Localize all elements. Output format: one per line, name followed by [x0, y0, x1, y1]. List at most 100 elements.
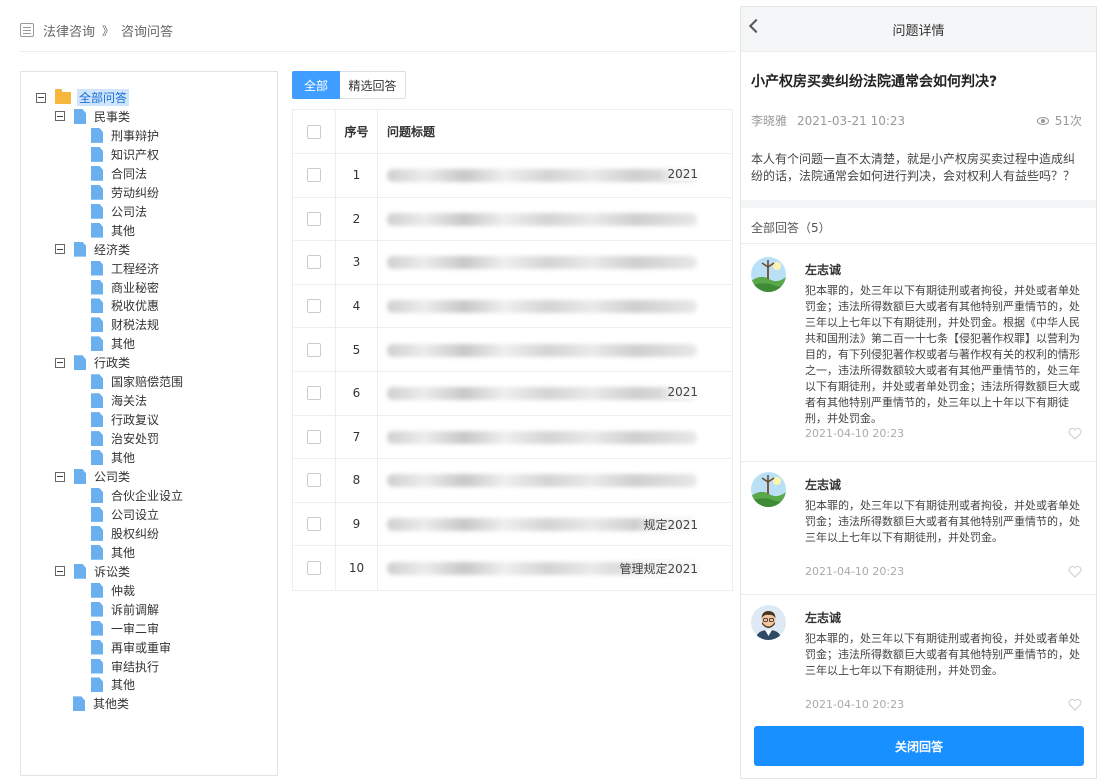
row-title[interactable]: 2021 [378, 372, 732, 415]
row-checkbox[interactable] [307, 429, 321, 444]
tree-item[interactable]: 其他 [91, 221, 135, 240]
row-title[interactable] [378, 416, 732, 459]
like-icon[interactable] [1068, 428, 1082, 440]
tree-item-label: 仲裁 [111, 583, 136, 598]
collapse-toggle-icon[interactable] [55, 566, 65, 577]
row-checkbox[interactable] [307, 255, 321, 270]
tree-item[interactable]: 财税法规 [91, 315, 159, 334]
eye-icon [1036, 116, 1049, 125]
tree-item[interactable]: 审结执行 [91, 657, 159, 676]
back-arrow-icon[interactable] [748, 18, 764, 34]
file-icon [91, 601, 103, 617]
tree-group[interactable]: 行政类 [55, 353, 130, 372]
row-title[interactable] [378, 328, 732, 371]
answer-date: 2021-04-10 20:23 [805, 427, 905, 440]
tree-group[interactable]: 民事类 [55, 107, 130, 126]
table-row[interactable]: 9 规定2021 [293, 502, 732, 547]
row-index: 2 [336, 197, 378, 241]
table-row[interactable]: 5 [293, 328, 732, 372]
select-all-checkbox[interactable] [307, 124, 321, 139]
tree-item[interactable]: 劳动纠纷 [91, 183, 159, 202]
tree-item[interactable]: 合同法 [91, 164, 147, 183]
like-icon[interactable] [1068, 699, 1082, 711]
tree-item[interactable]: 海关法 [91, 391, 147, 410]
row-checkbox[interactable] [307, 168, 321, 183]
tree-item[interactable]: 诉前调解 [91, 600, 159, 619]
table-row[interactable]: 3 [293, 241, 732, 285]
tree-item[interactable]: 刑事辩护 [91, 126, 159, 145]
tree-group[interactable]: 经济类 [55, 240, 130, 259]
tree-group-label: 诉讼类 [94, 564, 131, 579]
tree-item-label: 合伙企业设立 [111, 488, 184, 503]
row-checkbox[interactable] [307, 517, 321, 532]
file-icon [91, 639, 103, 655]
tree-item[interactable]: 其他 [91, 448, 135, 467]
tab-featured[interactable]: 精选回答 [340, 71, 406, 99]
collapse-toggle-icon[interactable] [55, 111, 65, 122]
tree-item[interactable]: 公司设立 [91, 505, 159, 524]
row-checkbox[interactable] [307, 299, 321, 314]
tree-item-other[interactable]: 其他类 [73, 694, 129, 713]
tree-group[interactable]: 公司类 [55, 467, 130, 486]
table-row[interactable]: 1 2021 [293, 154, 732, 198]
tree-item[interactable]: 其他 [91, 675, 135, 694]
table-row[interactable]: 10 管理规定2021 [293, 546, 732, 590]
tree-item[interactable]: 公司法 [91, 202, 147, 221]
answer-text: 犯本罪的，处三年以下有期徒刑或者拘役，并处或者单处罚金；违法所得数额巨大或者有其… [805, 499, 1080, 544]
tree-item[interactable]: 其他 [91, 334, 135, 353]
table-row[interactable]: 6 2021 [293, 371, 732, 416]
collapse-toggle-icon[interactable] [55, 471, 65, 482]
collapse-toggle-icon[interactable] [55, 357, 65, 368]
row-checkbox[interactable] [307, 561, 321, 576]
tree-item[interactable]: 再审或重审 [91, 638, 171, 657]
row-index: 1 [336, 154, 378, 197]
row-checkbox[interactable] [307, 386, 321, 401]
breadcrumb-root[interactable]: 法律咨询 [43, 21, 95, 40]
blurred-title: 2021 [387, 167, 698, 183]
tree-item[interactable]: 税收优惠 [91, 296, 159, 315]
table-row[interactable]: 7 [293, 415, 732, 460]
answer-text: 犯本罪的，处三年以下有期徒刑或者拘役，并处或者单处罚金；违法所得数额巨大或者有其… [805, 284, 1080, 425]
tree-item-label: 劳动纠纷 [111, 185, 160, 200]
close-answer-button[interactable]: 关闭回答 [754, 726, 1084, 766]
row-title[interactable]: 规定2021 [378, 503, 732, 546]
row-title[interactable]: 管理规定2021 [378, 546, 732, 590]
file-icon [74, 355, 86, 371]
tree-item-label: 工程经济 [111, 261, 160, 276]
row-title[interactable] [378, 459, 732, 502]
row-checkbox[interactable] [307, 211, 321, 226]
tree-item-label: 刑事辩护 [111, 128, 160, 143]
answer-date: 2021-04-10 20:23 [805, 698, 905, 711]
tree-item[interactable]: 知识产权 [91, 145, 159, 164]
table-row[interactable]: 8 [293, 459, 732, 503]
tree-item[interactable]: 治安处罚 [91, 429, 159, 448]
row-title[interactable] [378, 285, 732, 328]
like-icon[interactable] [1068, 566, 1082, 578]
question-body: 本人有个问题一直不太清楚，就是小产权房买卖过程中造成纠纷的话，法院通常会如何进行… [751, 152, 1076, 183]
tree-item-label: 股权纠纷 [111, 526, 160, 541]
row-title[interactable]: 2021 [378, 154, 732, 197]
row-checkbox[interactable] [307, 473, 321, 488]
table-row[interactable]: 4 [293, 284, 732, 329]
collapse-toggle-icon[interactable] [55, 244, 65, 255]
tree-item[interactable]: 股权纠纷 [91, 524, 159, 543]
table-row[interactable]: 2 [293, 197, 732, 242]
category-tree: 全部问答 民事类 刑事辩护 知识产权 合同法 劳动纠纷 公司法 其他 经济类 工程经济 商业秘密 税收… [20, 71, 278, 776]
tree-item[interactable]: 仲裁 [91, 581, 135, 600]
tree-group[interactable]: 诉讼类 [55, 562, 130, 581]
question-title: 小产权房买卖纠纷法院通常会如何判决? [751, 74, 998, 90]
tree-item[interactable]: 商业秘密 [91, 278, 159, 297]
tree-root[interactable]: 全部问答 [36, 88, 130, 107]
row-checkbox[interactable] [307, 342, 321, 357]
tree-item[interactable]: 国家赔偿范围 [91, 372, 183, 391]
file-icon [91, 544, 103, 560]
tree-item[interactable]: 工程经济 [91, 259, 159, 278]
tree-item[interactable]: 合伙企业设立 [91, 486, 183, 505]
tree-item[interactable]: 一审二审 [91, 619, 159, 638]
tab-all[interactable]: 全部 [292, 71, 340, 99]
tree-item[interactable]: 其他 [91, 543, 135, 562]
row-title[interactable] [378, 241, 732, 284]
tree-item[interactable]: 行政复议 [91, 410, 159, 429]
row-title[interactable] [378, 198, 732, 241]
collapse-toggle-icon[interactable] [36, 92, 46, 103]
